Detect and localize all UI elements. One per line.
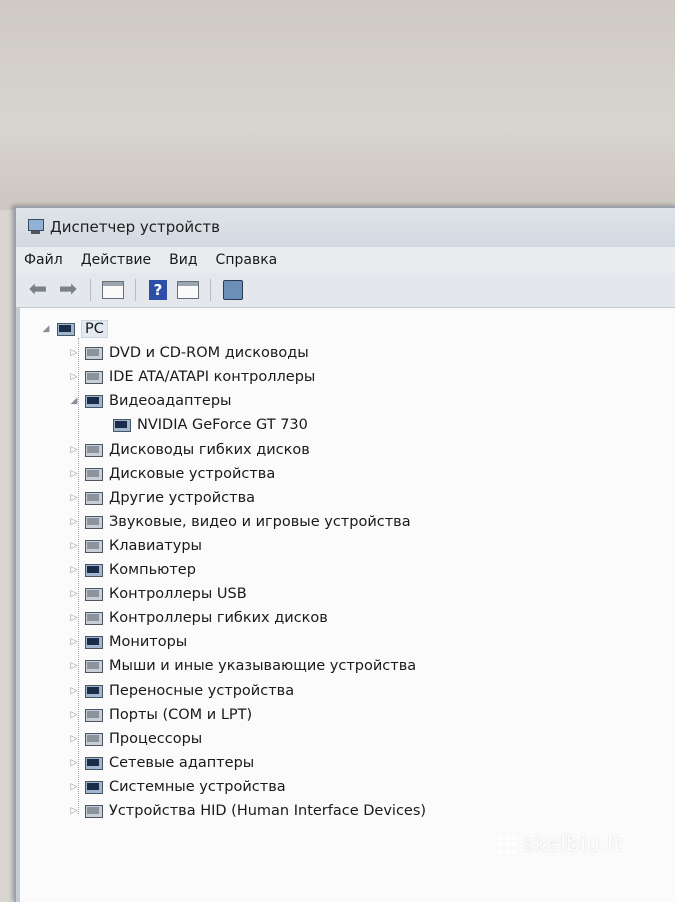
tree-item[interactable]: ▷ Порты (COM и LPT) bbox=[68, 704, 253, 726]
window-left-edge bbox=[16, 308, 20, 902]
menu-action[interactable]: Действие bbox=[81, 252, 151, 268]
computer-icon bbox=[56, 321, 76, 337]
portable-device-icon bbox=[84, 683, 104, 699]
toolbar: ⬅ ➡ ? bbox=[16, 273, 675, 308]
tree-item[interactable]: ▷ Контроллеры USB bbox=[68, 583, 247, 605]
tree-item[interactable]: ◢ Видеоадаптеры bbox=[68, 390, 232, 412]
watermark-logo-icon bbox=[498, 835, 517, 854]
keyboard-icon bbox=[84, 538, 104, 554]
back-arrow-icon[interactable]: ⬅ bbox=[26, 278, 50, 302]
tree-item[interactable]: ▷ Контроллеры гибких дисков bbox=[68, 607, 328, 629]
mouse-icon bbox=[84, 658, 104, 674]
toolbar-separator bbox=[135, 279, 136, 301]
port-icon bbox=[84, 707, 104, 723]
window-title: Диспетчер устройств bbox=[50, 218, 221, 236]
dvd-drive-icon bbox=[84, 345, 104, 361]
monitor-icon bbox=[84, 634, 104, 650]
floppy-drive-icon bbox=[84, 442, 104, 458]
collapse-arrow-icon[interactable]: ◢ bbox=[40, 324, 52, 334]
tree-item[interactable]: ▷ Другие устройства bbox=[68, 487, 256, 509]
system-devices-icon bbox=[84, 779, 104, 795]
tree-item[interactable]: ▷ Мыши и иные указывающие устройства bbox=[68, 655, 417, 677]
toolbar-separator bbox=[90, 279, 91, 301]
tree-item-label: Контроллеры гибких дисков bbox=[109, 610, 328, 627]
tree-connector-line bbox=[78, 338, 79, 815]
tree-item-label: Устройства HID (Human Interface Devices) bbox=[109, 803, 427, 819]
watermark-text: skelbiu.lt bbox=[523, 832, 622, 857]
tree-item-label: IDE ATA/ATAPI контроллеры bbox=[109, 369, 316, 386]
disk-drive-icon bbox=[84, 466, 104, 482]
network-adapter-icon bbox=[84, 755, 104, 771]
tree-item-label: Дисковые устройства bbox=[109, 465, 276, 482]
tree-item-label: Мыши и иные указывающие устройства bbox=[109, 658, 417, 675]
tree-item[interactable]: ▷ Сетевые адаптеры bbox=[68, 752, 255, 774]
action-pane-icon[interactable] bbox=[176, 278, 200, 302]
device-manager-window: Диспетчер устройств Файл Действие Вид Сп… bbox=[14, 206, 675, 902]
tree-item-label: Мониторы bbox=[109, 634, 188, 651]
tree-item-label: Звуковые, видео и игровые устройства bbox=[109, 513, 411, 530]
tree-item-label: Видеоадаптеры bbox=[109, 393, 232, 410]
desktop-background bbox=[0, 0, 675, 210]
menu-view[interactable]: Вид bbox=[169, 252, 197, 268]
floppy-controller-icon bbox=[84, 610, 104, 626]
menu-file[interactable]: Файл bbox=[24, 252, 63, 268]
toolbar-separator bbox=[210, 279, 211, 301]
computer-icon bbox=[84, 562, 104, 578]
menu-help[interactable]: Справка bbox=[216, 252, 278, 268]
tree-root-item[interactable]: ◢ PC bbox=[40, 318, 108, 340]
hid-icon bbox=[84, 803, 104, 819]
tree-item-label: PC bbox=[81, 320, 108, 338]
sound-icon bbox=[84, 514, 104, 530]
processor-icon bbox=[84, 731, 104, 747]
title-bar[interactable]: Диспетчер устройств bbox=[16, 208, 675, 246]
tree-item[interactable]: ▷ Устройства HID (Human Interface Devices… bbox=[68, 800, 427, 822]
usb-icon bbox=[84, 586, 104, 602]
tree-item[interactable]: ▷ Дисководы гибких дисков bbox=[68, 439, 310, 461]
help-icon[interactable]: ? bbox=[146, 278, 170, 302]
tree-item[interactable]: ▷ Звуковые, видео и игровые устройства bbox=[68, 511, 411, 533]
tree-item-label: NVIDIA GeForce GT 730 bbox=[137, 417, 308, 434]
tree-item[interactable]: ▷ DVD и CD-ROM дисководы bbox=[68, 342, 309, 364]
tree-item-label: Процессоры bbox=[109, 730, 203, 747]
tree-item-label: Контроллеры USB bbox=[109, 586, 247, 603]
tree-item[interactable]: ▷ Процессоры bbox=[68, 728, 203, 750]
display-adapter-icon bbox=[112, 417, 132, 433]
display-adapter-icon bbox=[84, 393, 104, 409]
properties-icon[interactable] bbox=[101, 278, 125, 302]
forward-arrow-icon[interactable]: ➡ bbox=[56, 278, 80, 302]
tree-item-label: Клавиатуры bbox=[109, 537, 202, 554]
tree-item-label: Дисководы гибких дисков bbox=[109, 441, 310, 458]
tree-item[interactable]: ▷ Переносные устройства bbox=[68, 680, 295, 702]
tree-item[interactable]: ▷ IDE ATA/ATAPI контроллеры bbox=[68, 366, 316, 388]
tree-item-label: Порты (COM и LPT) bbox=[109, 706, 253, 723]
menu-bar: Файл Действие Вид Справка bbox=[16, 246, 675, 273]
tree-item-label: Системные устройства bbox=[109, 778, 286, 795]
device-manager-icon bbox=[26, 219, 44, 235]
tree-item-label: Сетевые адаптеры bbox=[109, 754, 255, 771]
tree-item-label: DVD и CD-ROM дисководы bbox=[109, 345, 309, 362]
watermark: skelbiu.lt bbox=[498, 832, 622, 857]
tree-item[interactable]: NVIDIA GeForce GT 730 bbox=[96, 414, 308, 436]
tree-item[interactable]: ▷ Компьютер bbox=[68, 559, 196, 581]
scan-hardware-icon[interactable] bbox=[221, 278, 245, 302]
tree-item[interactable]: ▷ Системные устройства bbox=[68, 776, 286, 798]
other-devices-icon bbox=[84, 490, 104, 506]
tree-item-label: Переносные устройства bbox=[109, 682, 295, 699]
tree-item[interactable]: ▷ Дисковые устройства bbox=[68, 463, 276, 485]
tree-item-label: Компьютер bbox=[109, 562, 196, 578]
ide-controller-icon bbox=[84, 369, 104, 385]
tree-item[interactable]: ▷ Мониторы bbox=[68, 631, 188, 653]
tree-item-label: Другие устройства bbox=[109, 489, 256, 506]
tree-item[interactable]: ▷ Клавиатуры bbox=[68, 535, 202, 557]
